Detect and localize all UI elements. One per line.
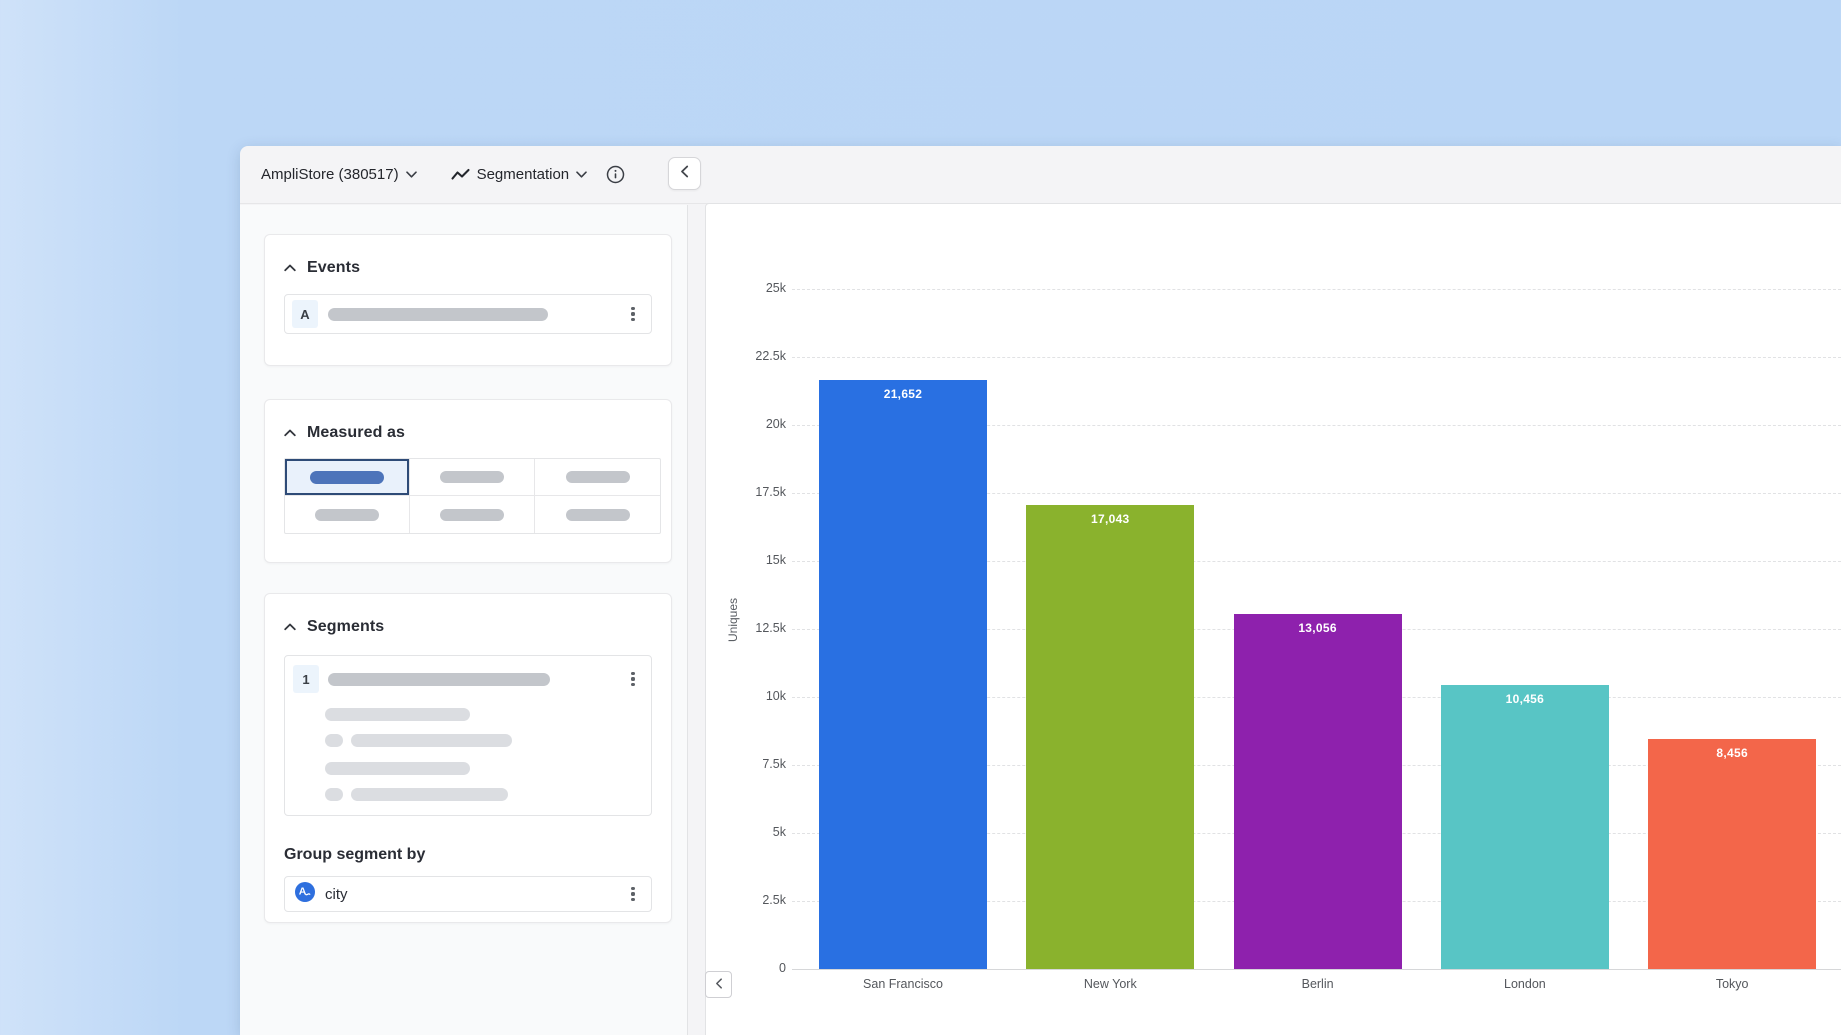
info-icon[interactable] xyxy=(605,164,626,185)
segment-definition-box[interactable]: 1 xyxy=(284,655,652,816)
measured-as-title: Measured as xyxy=(307,424,405,442)
measure-option[interactable] xyxy=(410,459,535,496)
sidebar: Events A Measured as xyxy=(240,205,688,1035)
chevron-up-icon xyxy=(284,424,296,442)
group-by-property-value: city xyxy=(325,886,348,903)
chevron-left-icon xyxy=(680,165,689,183)
measured-as-card: Measured as xyxy=(264,399,672,563)
segment-filter-placeholder xyxy=(351,788,508,801)
svg-text:A: A xyxy=(299,885,307,897)
segments-card: Segments 1 Group segment by A c xyxy=(264,593,672,923)
project-selector[interactable]: AmpliStore (380517) xyxy=(257,160,421,189)
kebab-menu-icon[interactable] xyxy=(624,303,642,325)
segments-section-toggle[interactable]: Segments xyxy=(284,618,652,636)
chart-panel-collapse-button[interactable] xyxy=(705,971,732,998)
segment-operator-placeholder xyxy=(325,734,343,747)
event-row[interactable]: A xyxy=(284,294,652,334)
events-title: Events xyxy=(307,259,360,277)
bar-tokyo[interactable] xyxy=(1648,739,1816,969)
chevron-up-icon xyxy=(284,618,296,636)
chevron-up-icon xyxy=(284,259,296,277)
chart-type-label: Segmentation xyxy=(477,166,570,183)
bar-san-francisco[interactable] xyxy=(819,380,987,969)
segment-filter-placeholder xyxy=(325,762,470,775)
measured-as-section-toggle[interactable]: Measured as xyxy=(284,424,652,442)
bar-berlin[interactable] xyxy=(1234,614,1402,969)
measure-option-selected[interactable] xyxy=(285,459,410,496)
segment-name-placeholder xyxy=(328,673,550,686)
panel-header: AmpliStore (380517) Segmentation xyxy=(240,146,1841,204)
event-badge: A xyxy=(292,300,318,328)
measure-option[interactable] xyxy=(535,459,660,496)
sidebar-collapse-button[interactable] xyxy=(668,157,701,190)
chevron-down-icon xyxy=(576,171,587,178)
group-by-property-row[interactable]: A city xyxy=(284,876,652,912)
project-selector-label: AmpliStore (380517) xyxy=(261,166,399,183)
measure-option[interactable] xyxy=(410,496,535,533)
chevron-down-icon xyxy=(406,171,417,178)
kebab-menu-icon[interactable] xyxy=(624,883,642,905)
segment-filter-placeholder xyxy=(325,708,470,721)
segment-filter-placeholder xyxy=(351,734,512,747)
event-name-placeholder xyxy=(328,308,548,321)
bar-new-york[interactable] xyxy=(1026,505,1194,969)
segment-badge: 1 xyxy=(293,665,319,693)
measured-as-options-grid xyxy=(284,458,661,534)
events-section-toggle[interactable]: Events xyxy=(284,259,652,277)
chart-type-selector[interactable]: Segmentation xyxy=(447,160,592,189)
measure-option[interactable] xyxy=(285,496,410,533)
segments-title: Segments xyxy=(307,618,384,636)
group-segment-by-label: Group segment by xyxy=(284,846,652,864)
trend-line-icon xyxy=(451,168,470,181)
property-circle-a-icon: A xyxy=(295,882,315,907)
chevron-left-icon xyxy=(715,976,723,994)
measure-option[interactable] xyxy=(535,496,660,533)
bar-london[interactable] xyxy=(1441,685,1609,969)
events-card: Events A xyxy=(264,234,672,366)
segment-operator-placeholder xyxy=(325,788,343,801)
kebab-menu-icon[interactable] xyxy=(624,668,642,690)
